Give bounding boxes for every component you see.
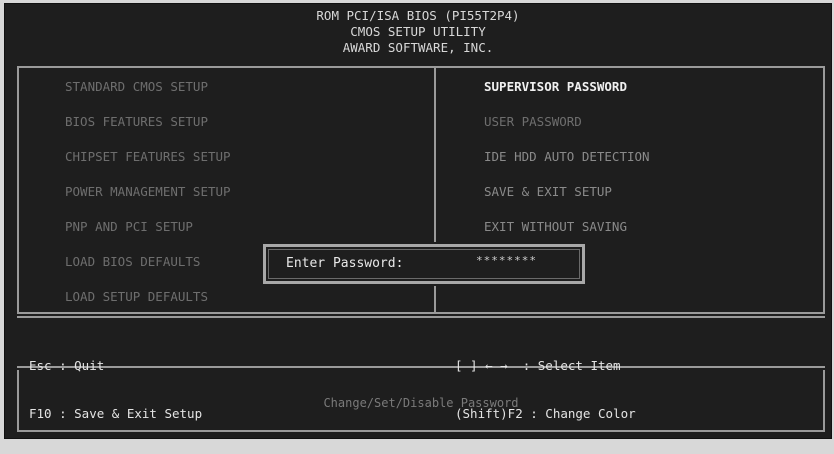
menu-right-column: SUPERVISOR PASSWORD USER PASSWORD IDE HD…: [484, 76, 650, 251]
menu-item-pnp-and-pci-setup[interactable]: PNP AND PCI SETUP: [65, 216, 231, 251]
bios-title: ROM PCI/ISA BIOS (PI55T2P4): [316, 8, 520, 23]
vendor-name: AWARD SOFTWARE, INC.: [342, 40, 494, 55]
password-label: Enter Password:: [286, 256, 404, 271]
menu-item-ide-hdd-auto-detection[interactable]: IDE HDD AUTO DETECTION: [484, 146, 650, 181]
menu-item-supervisor-password[interactable]: SUPERVISOR PASSWORD: [484, 76, 650, 111]
menu-item-load-bios-defaults[interactable]: LOAD BIOS DEFAULTS: [65, 251, 231, 286]
menu-item-bios-features-setup[interactable]: BIOS FEATURES SETUP: [65, 111, 231, 146]
menu-item-chipset-features-setup[interactable]: CHIPSET FEATURES SETUP: [65, 146, 231, 181]
menu-item-user-password[interactable]: USER PASSWORD: [484, 111, 650, 146]
menu-left-column: STANDARD CMOS SETUP BIOS FEATURES SETUP …: [65, 76, 231, 321]
bios-screen: ROM PCI/ISA BIOS (PI55T2P4) CMOS SETUP U…: [4, 3, 832, 439]
utility-title: CMOS SETUP UTILITY: [350, 24, 486, 39]
menu-item-save-and-exit-setup[interactable]: SAVE & EXIT SETUP: [484, 181, 650, 216]
menu-item-power-management-setup[interactable]: POWER MANAGEMENT SETUP: [65, 181, 231, 216]
bios-header: ROM PCI/ISA BIOS (PI55T2P4) CMOS SETUP U…: [5, 4, 831, 64]
key-help-bar: Esc : Quit F10 : Save & Exit Setup [ ] ←…: [17, 316, 825, 421]
status-bar: Change/Set/Disable Password: [17, 370, 825, 432]
menu-item-standard-cmos-setup[interactable]: STANDARD CMOS SETUP: [65, 76, 231, 111]
password-dialog: Enter Password: ********: [261, 242, 587, 286]
status-text: Change/Set/Disable Password: [323, 396, 519, 410]
password-input[interactable]: ********: [476, 254, 537, 267]
